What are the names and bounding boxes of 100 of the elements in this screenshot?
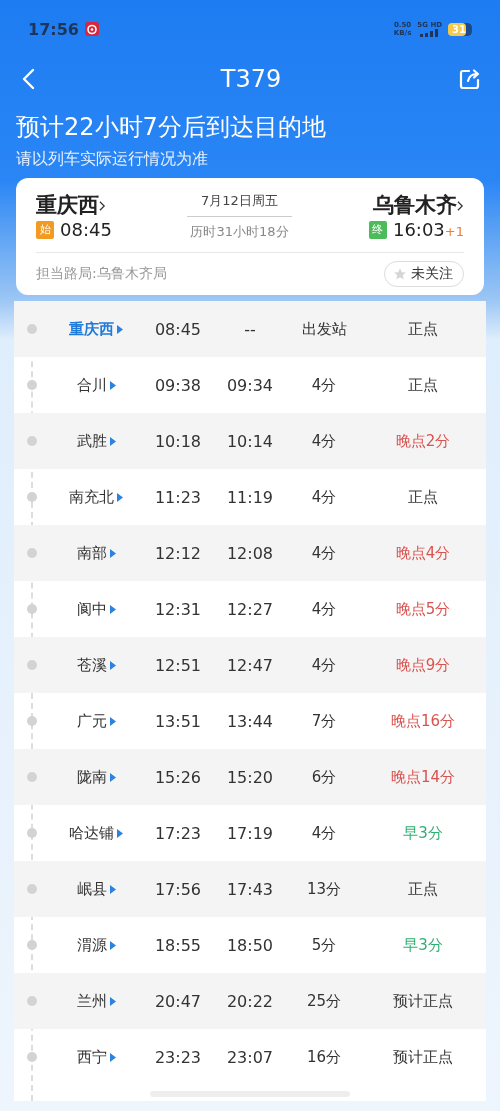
table-cell-text: 20:22 xyxy=(225,991,275,1011)
follow-button[interactable]: 未关注 xyxy=(384,261,464,287)
triangle-icon xyxy=(109,772,116,782)
triangle-icon xyxy=(109,548,116,558)
table-cell-text: 17:43 xyxy=(225,879,275,899)
day-offset: +1 xyxy=(444,224,464,239)
travel-duration: 历时31小时18分 xyxy=(190,223,289,241)
table-cell-text: 17:19 xyxy=(225,823,275,843)
timeline-dot xyxy=(27,996,37,1006)
table-cell-text: 13:44 xyxy=(225,711,275,731)
operating-bureau: 担当路局:乌鲁木齐局 xyxy=(36,265,167,283)
departure-station-link[interactable]: 重庆西 xyxy=(36,190,106,220)
departure-time: 08:45 xyxy=(60,219,112,240)
table-cell-text: 12:51 xyxy=(153,655,203,675)
timeline-dot xyxy=(27,436,37,446)
station-link[interactable]: 西宁 xyxy=(48,1047,144,1067)
triangle-icon xyxy=(109,716,116,726)
station-link[interactable]: 陇南 xyxy=(48,767,144,787)
share-icon xyxy=(458,67,482,91)
punctuality-status: 晚点4分 xyxy=(394,543,452,563)
station-link[interactable]: 广元 xyxy=(48,711,144,731)
stop-duration: 6分 xyxy=(310,767,338,787)
table-cell-text: 15:20 xyxy=(225,767,275,787)
punctuality-status: 预计正点 xyxy=(392,991,454,1011)
table-cell-text: 12:31 xyxy=(153,599,203,619)
table-cell-text: 12:12 xyxy=(153,543,203,563)
station-link[interactable]: 合川 xyxy=(48,375,144,395)
station-link[interactable]: 阆中 xyxy=(48,599,144,619)
station-link[interactable]: 南充北 xyxy=(48,487,144,507)
station-link[interactable]: 重庆西 xyxy=(48,319,144,339)
table-cell-text: 11:19 xyxy=(225,487,275,507)
timeline-dot xyxy=(27,772,37,782)
table-cell-text: 10:18 xyxy=(153,431,203,451)
table-cell-text: 17:23 xyxy=(153,823,203,843)
triangle-icon xyxy=(109,940,116,950)
page-title: T379 xyxy=(220,65,282,93)
timeline-dot xyxy=(27,660,37,670)
triangle-icon xyxy=(109,996,116,1006)
punctuality-status: 晚点9分 xyxy=(394,655,452,675)
punctuality-status: 正点 xyxy=(407,375,439,395)
table-cell-text: 17:56 xyxy=(153,879,203,899)
arrival-station-link[interactable]: 乌鲁木齐 xyxy=(373,190,464,220)
status-time: 17:56 xyxy=(28,19,79,39)
stop-duration: 4分 xyxy=(310,375,338,395)
table-cell-text: 23:07 xyxy=(225,1047,275,1067)
timeline-dot xyxy=(27,324,37,334)
table-cell-text: 20:47 xyxy=(153,991,203,1011)
table-cell-text: 10:14 xyxy=(225,431,275,451)
stop-duration: 13分 xyxy=(305,879,343,899)
stop-duration: 25分 xyxy=(305,991,343,1011)
station-link[interactable]: 南部 xyxy=(48,543,144,563)
punctuality-status: 正点 xyxy=(407,319,439,339)
station-link[interactable]: 苍溪 xyxy=(48,655,144,675)
station-link[interactable]: 武胜 xyxy=(48,431,144,451)
table-cell-text: 09:38 xyxy=(153,375,203,395)
table-cell-text: 15:26 xyxy=(153,767,203,787)
travel-date: 7月12日周五 xyxy=(187,192,292,217)
punctuality-status: 预计正点 xyxy=(392,1047,454,1067)
stop-duration: 4分 xyxy=(310,823,338,843)
punctuality-status: 正点 xyxy=(407,487,439,507)
table-cell-text: -- xyxy=(243,319,257,339)
punctuality-status: 晚点5分 xyxy=(394,599,452,619)
table-cell-text: 08:45 xyxy=(153,319,203,339)
stop-duration: 4分 xyxy=(310,431,338,451)
stop-duration: 5分 xyxy=(310,935,338,955)
punctuality-status: 正点 xyxy=(407,879,439,899)
table-cell-text: 18:50 xyxy=(225,935,275,955)
triangle-icon xyxy=(109,604,116,614)
timeline-dot xyxy=(27,548,37,558)
triangle-icon xyxy=(117,324,123,334)
station-link[interactable]: 渭源 xyxy=(48,935,144,955)
timeline-dot xyxy=(27,380,37,390)
stop-duration: 7分 xyxy=(310,711,338,731)
triangle-icon xyxy=(117,828,123,838)
triangle-icon xyxy=(109,380,116,390)
punctuality-status: 早3分 xyxy=(402,823,444,843)
chevron-icon xyxy=(99,200,106,212)
stop-duration: 4分 xyxy=(310,599,338,619)
triangle-icon xyxy=(117,492,123,502)
stop-duration: 4分 xyxy=(310,487,338,507)
triangle-icon xyxy=(109,1052,116,1062)
stop-duration: 4分 xyxy=(310,543,338,563)
station-link[interactable]: 哈达铺 xyxy=(48,823,144,843)
punctuality-status: 早3分 xyxy=(402,935,444,955)
stop-duration: 4分 xyxy=(310,655,338,675)
stop-duration: 16分 xyxy=(305,1047,343,1067)
end-badge: 终 xyxy=(368,220,387,239)
stop-duration: 出发站 xyxy=(300,319,348,339)
station-link[interactable]: 兰州 xyxy=(48,991,144,1011)
table-cell-text: 09:34 xyxy=(225,375,275,395)
punctuality-status: 晚点14分 xyxy=(389,767,457,787)
arrival-time: 16:03 xyxy=(392,219,445,240)
arrival-estimate: 预计22小时7分后到达目的地 xyxy=(15,112,327,143)
triangle-icon xyxy=(109,436,116,446)
table-cell-text: 13:51 xyxy=(153,711,203,731)
station-link[interactable]: 岷县 xyxy=(48,879,144,899)
battery-indicator: 31 xyxy=(448,22,472,36)
triangle-icon xyxy=(109,884,116,894)
app-notification-icon xyxy=(84,22,99,36)
punctuality-status: 晚点2分 xyxy=(394,431,452,451)
